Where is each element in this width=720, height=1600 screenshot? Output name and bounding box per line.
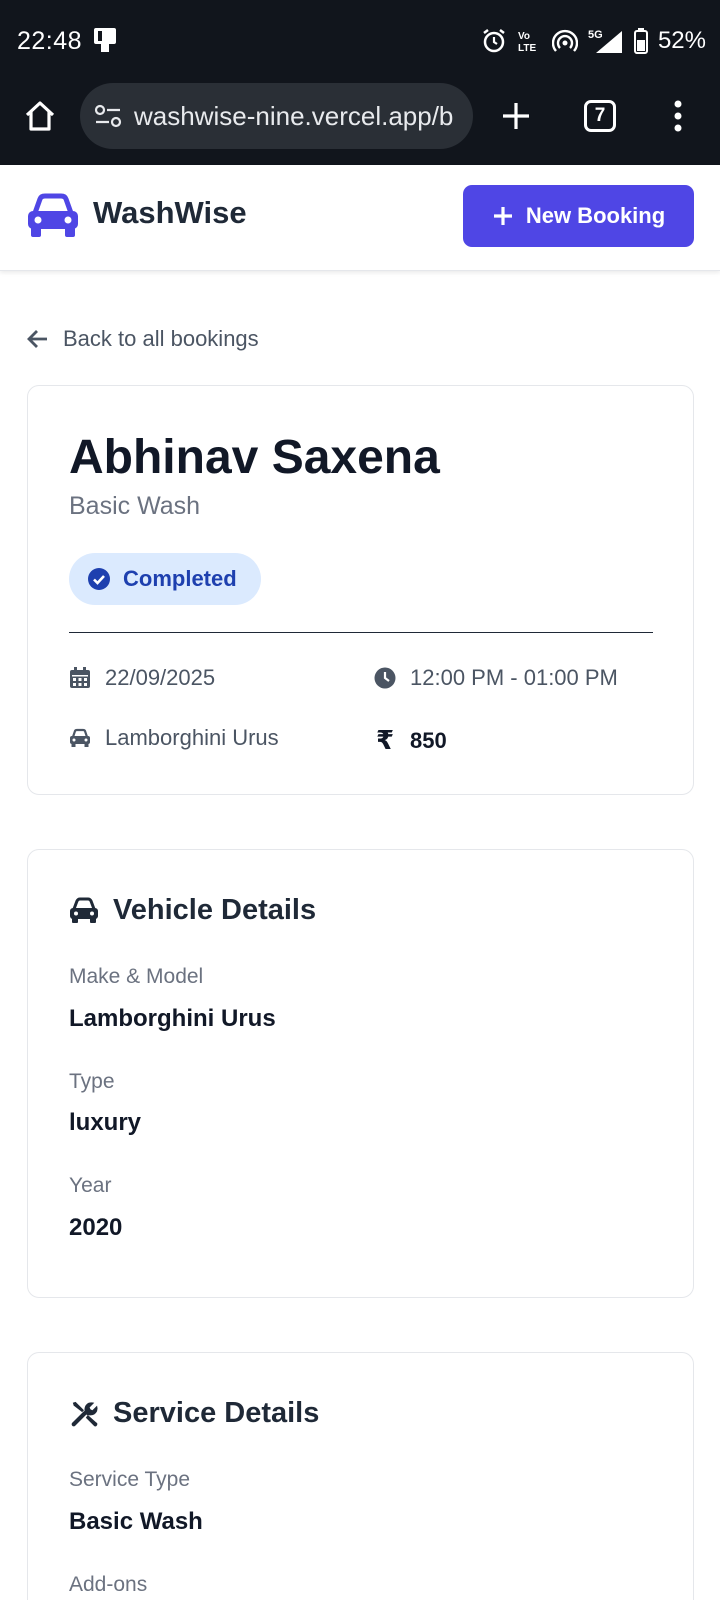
back-link-label: Back to all bookings [63,326,259,351]
back-to-bookings-link[interactable]: Back to all bookings [27,326,259,352]
type-label: Type [69,1070,115,1093]
volte-icon: Vo LTE [518,31,536,54]
date-text: 22/09/2025 [105,665,216,690]
new-booking-label: New Booking [525,203,666,228]
tab-count: 7 [594,105,606,126]
svg-text:Vo: Vo [518,31,530,42]
divider [69,632,653,633]
browser-toolbar: washwise-nine.vercel.app/b 7 [0,82,720,165]
vehicle-details-card: Vehicle Details Make & Model Lamborghini… [27,849,694,1298]
battery-percent: 52% [657,27,706,54]
calendar-icon [70,667,90,688]
tools-icon [71,1401,98,1426]
status-badge: Completed [69,553,261,605]
battery-icon [633,28,648,54]
address-bar[interactable]: washwise-nine.vercel.app/b [80,83,473,149]
alarm-icon [483,29,505,53]
svg-text:LTE: LTE [518,43,536,54]
status-text: Completed [123,566,237,591]
price-text: 850 [410,727,447,753]
arrow-left-icon [27,330,47,348]
plus-icon [493,207,512,225]
app-header: WashWise New Booking [0,165,720,271]
car-icon [70,728,90,747]
site-settings-icon[interactable] [94,104,122,128]
car-icon [70,897,98,923]
notification-icon [94,28,116,52]
tab-switcher-button[interactable]: 7 [584,100,616,132]
vehicle-details-title: Vehicle Details [113,894,317,926]
url-text[interactable]: washwise-nine.vercel.app/b [134,101,464,132]
booking-price: ₹ 850 [374,725,447,756]
service-type-label: Service Type [69,1468,191,1491]
service-details-heading: Service Details [69,1397,319,1430]
status-bar: 22:48 Vo LTE 5G 52% [0,0,720,82]
check-circle-icon [88,568,110,590]
year-value: 2020 [69,1214,123,1241]
brand-name[interactable]: WashWise [93,195,247,231]
booking-summary-card: Abhinav Saxena Basic Wash Completed 22/0… [27,385,694,795]
service-name: Basic Wash [69,492,201,520]
status-time: 22:48 [17,27,83,55]
type-value: luxury [69,1109,142,1136]
time-text: 12:00 PM - 01:00 PM [410,665,618,690]
status-icons: Vo LTE 5G 52% [482,24,706,58]
new-booking-button[interactable]: New Booking [463,185,694,247]
vehicle-details-heading: Vehicle Details [69,894,316,927]
booking-vehicle: Lamborghini Urus [69,725,279,751]
make-model-value: Lamborghini Urus [69,1005,276,1032]
booking-time: 12:00 PM - 01:00 PM [374,665,618,691]
new-tab-icon[interactable] [498,98,534,134]
signal-icon: 5G [588,29,622,53]
booking-date: 22/09/2025 [69,665,215,691]
addons-label: Add-ons [69,1573,148,1596]
more-menu-icon[interactable] [666,98,690,134]
service-details-title: Service Details [113,1397,320,1429]
svg-text:5G: 5G [588,29,603,41]
vehicle-text: Lamborghini Urus [105,725,279,750]
customer-name: Abhinav Saxena [69,431,440,484]
hotspot-icon [551,29,578,52]
year-label: Year [69,1174,112,1197]
make-model-label: Make & Model [69,965,204,988]
rupee-icon: ₹ [375,725,395,755]
clock-icon [374,667,396,689]
home-icon[interactable] [22,98,58,134]
service-details-card: Service Details Service Type Basic Wash … [27,1352,694,1600]
service-type-value: Basic Wash [69,1508,203,1535]
car-logo-icon [28,193,78,237]
